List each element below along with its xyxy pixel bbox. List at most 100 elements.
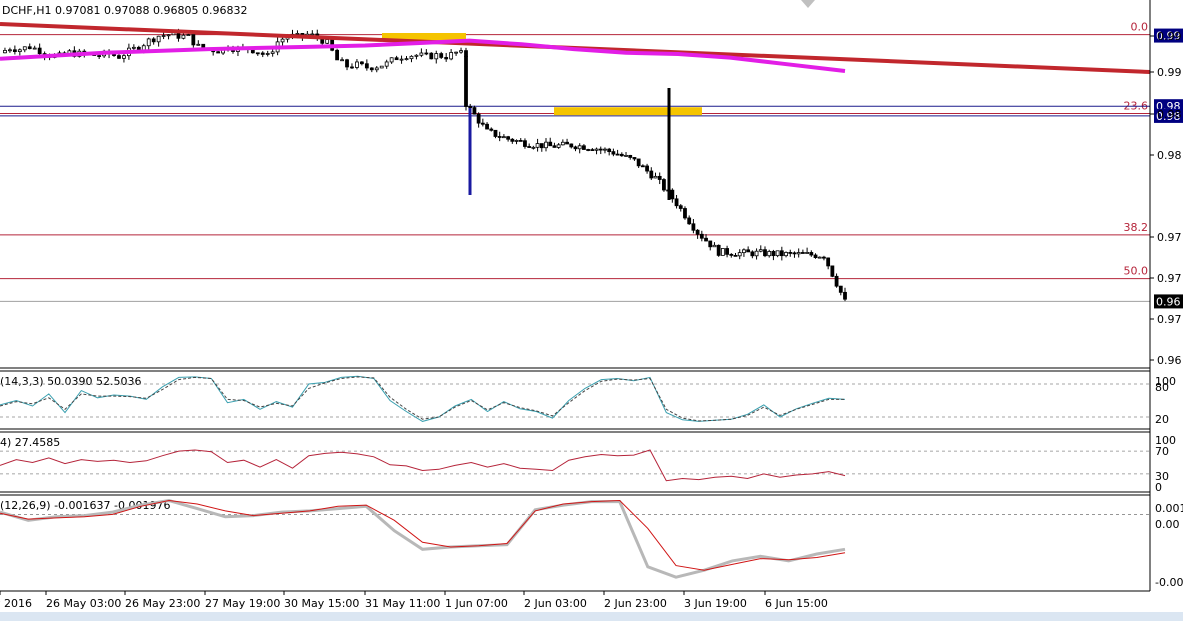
candle-body bbox=[409, 55, 414, 60]
candle-body bbox=[691, 223, 696, 231]
candle-body bbox=[497, 136, 502, 138]
candle-body bbox=[809, 252, 814, 256]
time-tick-label: 2 Jun 23:00 bbox=[604, 597, 667, 610]
candle-body bbox=[657, 175, 662, 180]
candle-body bbox=[674, 198, 679, 207]
candle-body bbox=[468, 106, 473, 108]
candle-body bbox=[399, 58, 404, 61]
price-tick-label: 0.97 bbox=[1157, 272, 1182, 285]
candle-body bbox=[712, 244, 717, 248]
candle-body bbox=[489, 128, 494, 131]
candle-body bbox=[270, 51, 275, 54]
trading-chart[interactable]: 0.0 23.6 38.2 50.0 0.98 0.98 0.99 0.96 DCHF,H1 … bbox=[0, 0, 1183, 621]
candle-body bbox=[17, 49, 22, 52]
time-tick-label: 1 Jun 07:00 bbox=[445, 597, 508, 610]
candle-body bbox=[117, 55, 121, 59]
time-tick-label: 27 May 19:00 bbox=[205, 597, 280, 610]
candle-body bbox=[350, 66, 354, 69]
candle-body bbox=[750, 251, 755, 257]
candle-body bbox=[742, 249, 746, 254]
candle-body bbox=[826, 257, 831, 267]
candle-body bbox=[695, 229, 700, 235]
price-tick-label: 0.97 bbox=[1157, 231, 1182, 244]
candle-body bbox=[796, 252, 801, 255]
candle-body bbox=[335, 49, 340, 61]
candle-body bbox=[506, 136, 511, 140]
indicator-header: (14,3,3) 50.0390 52.5036 bbox=[0, 375, 142, 388]
candle-body bbox=[260, 52, 265, 55]
candle-body bbox=[510, 138, 515, 142]
fib-level-label: 38.2 bbox=[1124, 221, 1149, 234]
indicator-tick-label: 0.001 bbox=[1155, 502, 1183, 515]
price-tick-label: 0.98 bbox=[1157, 149, 1182, 162]
candle-body bbox=[265, 53, 270, 55]
candle-body bbox=[369, 67, 374, 71]
candle-body bbox=[527, 146, 532, 148]
candle-body bbox=[539, 143, 544, 149]
candle-body bbox=[186, 34, 191, 36]
indicator-tick-label: 70 bbox=[1155, 445, 1169, 458]
candle-body bbox=[340, 59, 344, 62]
candle-body bbox=[518, 140, 523, 142]
candle-body bbox=[419, 52, 424, 56]
candle-body bbox=[216, 51, 221, 54]
candle-body bbox=[97, 55, 102, 57]
time-tick-label: 30 May 15:00 bbox=[284, 597, 359, 610]
candle-body bbox=[548, 141, 553, 147]
time-tick-label: 6 Jun 15:00 bbox=[765, 597, 828, 610]
candle-body bbox=[746, 249, 751, 253]
candle-body bbox=[424, 52, 429, 55]
candle-body bbox=[611, 151, 616, 155]
candle-body bbox=[754, 250, 759, 257]
indicator-header: 4) 27.4585 bbox=[0, 436, 60, 449]
candle-body bbox=[535, 143, 540, 148]
current-price-label: 0.96 bbox=[1156, 295, 1181, 308]
candle-body bbox=[295, 33, 300, 35]
time-tick-label: 26 May 03:00 bbox=[46, 597, 121, 610]
candle-body bbox=[649, 170, 654, 179]
candle-body bbox=[480, 122, 485, 125]
bottom-scroll-strip[interactable] bbox=[0, 612, 1183, 621]
candle-body bbox=[699, 233, 704, 239]
candle-body bbox=[636, 158, 641, 167]
candle-body bbox=[485, 123, 489, 130]
candle-body bbox=[191, 34, 196, 46]
price-tick-label: 0.96 bbox=[1157, 354, 1182, 367]
candle-body bbox=[166, 34, 171, 37]
chart-canvas[interactable]: 0.023.638.250.00.980.980.990.96 DCHF,H1 … bbox=[0, 0, 1183, 621]
indicator-tick-label: 0.00 bbox=[1155, 518, 1180, 531]
candle-body bbox=[196, 43, 201, 46]
support-zone bbox=[554, 107, 702, 116]
candle-body bbox=[146, 38, 151, 47]
candle-body bbox=[598, 148, 603, 151]
candle-body bbox=[590, 149, 595, 151]
candle-body bbox=[345, 59, 349, 68]
candle-body bbox=[556, 144, 561, 148]
candle-body bbox=[653, 175, 658, 179]
chart-background bbox=[0, 0, 1183, 621]
candle-body bbox=[394, 57, 399, 61]
price-tick-label: 0.99 bbox=[1157, 30, 1182, 43]
candle-body bbox=[444, 57, 449, 60]
candle-body bbox=[628, 154, 633, 158]
candle-body bbox=[374, 67, 379, 71]
candle-body bbox=[476, 113, 481, 124]
candle-body bbox=[122, 55, 126, 59]
candle-body bbox=[619, 153, 624, 157]
candle-body bbox=[779, 250, 784, 257]
candle-body bbox=[758, 249, 763, 252]
time-tick-label: 2 Jun 03:00 bbox=[524, 597, 587, 610]
price-tick-label: 0.98 bbox=[1157, 108, 1182, 121]
candle-body bbox=[720, 248, 725, 256]
candle-body bbox=[573, 146, 578, 150]
candle-body bbox=[670, 189, 675, 200]
candle-body bbox=[552, 145, 557, 148]
candle-body bbox=[708, 240, 713, 248]
candle-body bbox=[678, 205, 683, 209]
candle-body bbox=[771, 251, 776, 257]
price-tick-label: 0.97 bbox=[1157, 313, 1182, 326]
candle-body bbox=[662, 179, 666, 191]
price-tick-label: 0.99 bbox=[1157, 66, 1182, 79]
candle-body bbox=[439, 53, 444, 58]
candle-body bbox=[817, 256, 822, 259]
